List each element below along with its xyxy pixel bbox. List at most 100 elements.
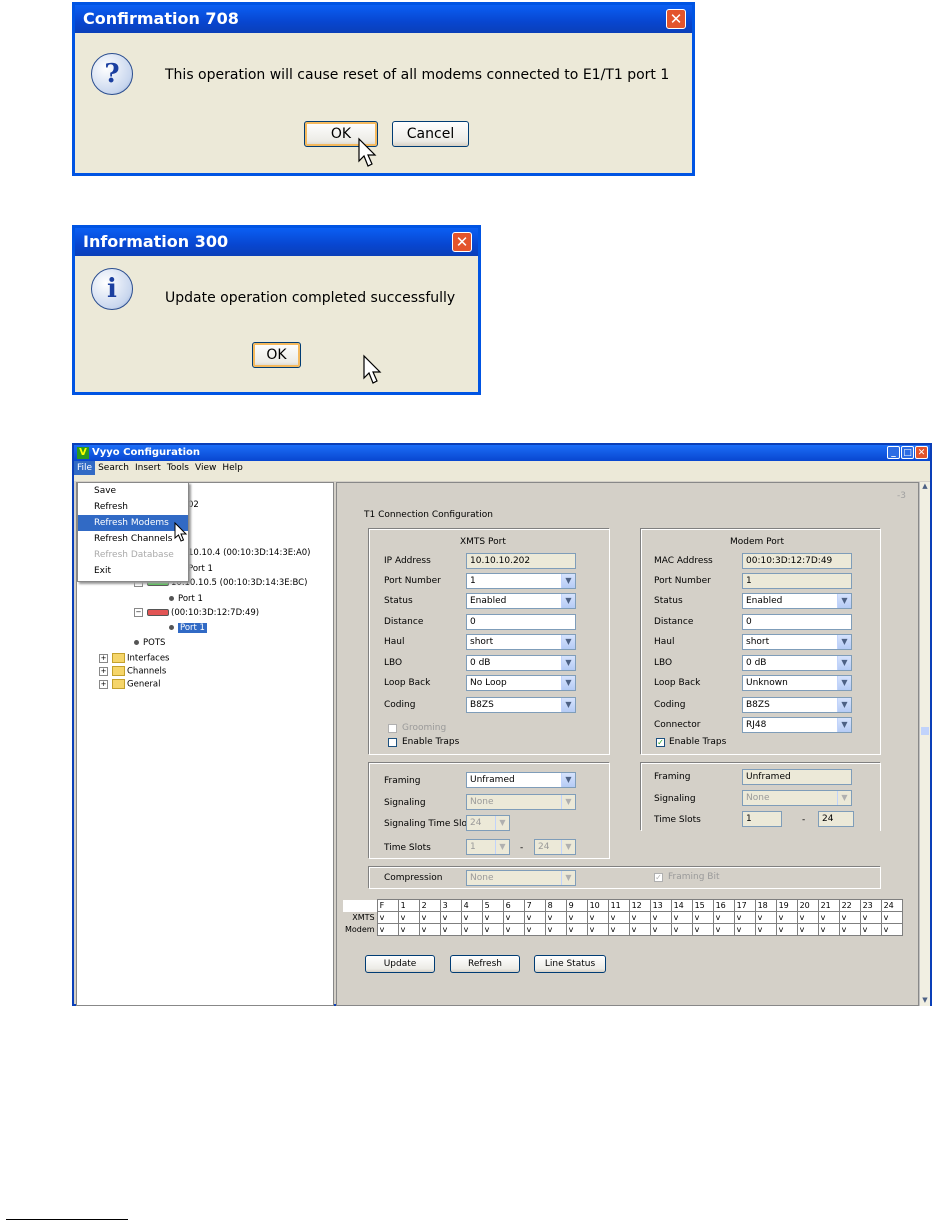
connector-select[interactable]: RJ48 ▼ [742, 717, 852, 733]
slot-cell[interactable]: v [817, 923, 840, 936]
chevron-down-icon[interactable]: ▼ [561, 635, 575, 649]
slot-cell[interactable]: v [712, 923, 735, 936]
scroll-thumb[interactable] [921, 727, 929, 735]
tree-item-node1-port[interactable]: Port 1 [188, 564, 213, 574]
menu-file[interactable]: File [74, 461, 96, 475]
chevron-down-icon[interactable]: ▼ [837, 718, 851, 732]
enable-traps-checkbox[interactable]: ✓ [656, 738, 665, 747]
slot-cell[interactable]: v [586, 911, 609, 924]
vertical-scrollbar[interactable]: ▲ ▼ [919, 482, 930, 1006]
slot-cell[interactable]: v [628, 923, 651, 936]
update-button[interactable]: Update [365, 955, 435, 973]
chevron-down-icon[interactable]: ▼ [837, 656, 851, 670]
slot-cell[interactable]: v [397, 911, 420, 924]
haul-select[interactable]: short ▼ [742, 634, 852, 650]
close-icon[interactable]: ✕ [452, 232, 472, 252]
slot-cell[interactable]: v [649, 911, 672, 924]
menu-item-refresh[interactable]: Refresh [78, 499, 188, 515]
slot-cell[interactable]: v [817, 911, 840, 924]
slot-cell[interactable]: v [439, 923, 462, 936]
slot-cell[interactable]: v [754, 911, 777, 924]
slot-cell[interactable]: v [607, 911, 630, 924]
slot-cell[interactable]: v [838, 923, 861, 936]
distance-input[interactable]: 0 [742, 614, 852, 630]
slot-cell[interactable]: v [460, 923, 483, 936]
chevron-down-icon[interactable]: ▼ [561, 594, 575, 608]
status-select[interactable]: Enabled ▼ [466, 593, 576, 609]
menu-help[interactable]: Help [219, 461, 246, 475]
menu-view[interactable]: View [192, 461, 219, 475]
tree-item-node3-port[interactable]: Port 1 [169, 623, 207, 633]
slot-cell[interactable]: v [439, 911, 462, 924]
slot-cell[interactable]: v [397, 923, 420, 936]
refresh-button[interactable]: Refresh [450, 955, 520, 973]
slot-cell[interactable]: v [523, 911, 546, 924]
menu-tools[interactable]: Tools [164, 461, 192, 475]
close-icon[interactable]: ✕ [915, 446, 928, 459]
coding-select[interactable]: B8ZS ▼ [466, 697, 576, 713]
slot-cell[interactable]: v [523, 923, 546, 936]
chevron-down-icon[interactable]: ▼ [837, 698, 851, 712]
chevron-down-icon[interactable]: ▼ [837, 594, 851, 608]
loop-back-select[interactable]: Unknown ▼ [742, 675, 852, 691]
slot-cell[interactable]: v [880, 911, 903, 924]
menu-item-save[interactable]: Save [78, 483, 188, 499]
chevron-down-icon[interactable]: ▼ [561, 574, 575, 588]
slot-cell[interactable]: v [859, 923, 882, 936]
slot-cell[interactable]: v [481, 923, 504, 936]
expand-icon[interactable]: + [99, 666, 108, 676]
menu-search[interactable]: Search [95, 461, 132, 475]
slot-cell[interactable]: v [544, 911, 567, 924]
status-select[interactable]: Enabled ▼ [742, 593, 852, 609]
slot-cell[interactable]: v [754, 923, 777, 936]
slot-cell[interactable]: v [649, 923, 672, 936]
scroll-down-icon[interactable]: ▼ [920, 996, 930, 1006]
maximize-icon[interactable]: □ [901, 446, 914, 459]
slot-cell[interactable]: v [796, 923, 819, 936]
framing-select[interactable]: Unframed ▼ [466, 772, 576, 788]
lbo-select[interactable]: 0 dB ▼ [742, 655, 852, 671]
close-icon[interactable]: ✕ [666, 9, 686, 29]
distance-input[interactable]: 0 [466, 614, 576, 630]
cancel-button[interactable]: Cancel [392, 121, 469, 147]
tree-item-node1[interactable]: 10.10.4 (00:10:3D:14:3E:A0) [188, 548, 311, 558]
scroll-up-icon[interactable]: ▲ [920, 482, 930, 492]
menu-item-refresh-modems[interactable]: Refresh Modems [78, 515, 188, 531]
enable-traps-checkbox[interactable] [388, 738, 397, 747]
haul-select[interactable]: short ▼ [466, 634, 576, 650]
slot-cell[interactable]: v [418, 923, 441, 936]
tree-item-node2-port[interactable]: Port 1 [169, 594, 203, 604]
slot-cell[interactable]: v [733, 923, 756, 936]
port-number-select[interactable]: 1 ▼ [466, 573, 576, 589]
slot-cell[interactable]: v [691, 923, 714, 936]
minimize-icon[interactable]: _ [887, 446, 900, 459]
menu-item-exit[interactable]: Exit [78, 563, 188, 579]
slot-cell[interactable]: v [838, 911, 861, 924]
slot-cell[interactable]: v [502, 911, 525, 924]
coding-select[interactable]: B8ZS ▼ [742, 697, 852, 713]
slot-cell[interactable]: v [502, 923, 525, 936]
tree-item-node3[interactable]: − (00:10:3D:12:7D:49) [134, 608, 259, 618]
slot-cell[interactable]: v [418, 911, 441, 924]
slot-cell[interactable]: v [859, 911, 882, 924]
slot-cell[interactable]: v [691, 911, 714, 924]
slot-cell[interactable]: v [565, 923, 588, 936]
slot-cell[interactable]: v [607, 923, 630, 936]
line-status-button[interactable]: Line Status [534, 955, 606, 973]
slot-cell[interactable]: v [775, 923, 798, 936]
ok-button[interactable]: OK [252, 342, 301, 368]
expand-icon[interactable]: + [99, 679, 108, 689]
tree-item-channels[interactable]: + Channels [99, 666, 166, 677]
slot-cell[interactable]: v [565, 911, 588, 924]
lbo-select[interactable]: 0 dB ▼ [466, 655, 576, 671]
slot-cell[interactable]: v [670, 911, 693, 924]
slot-cell[interactable]: v [796, 911, 819, 924]
slot-cell[interactable]: v [670, 923, 693, 936]
chevron-down-icon[interactable]: ▼ [561, 773, 575, 787]
tree-item-interfaces[interactable]: + Interfaces [99, 653, 169, 664]
slot-cell[interactable]: v [733, 911, 756, 924]
slot-cell[interactable]: v [712, 911, 735, 924]
menu-item-refresh-channels[interactable]: Refresh Channels [78, 531, 188, 547]
loop-back-select[interactable]: No Loop ▼ [466, 675, 576, 691]
menu-insert[interactable]: Insert [132, 461, 164, 475]
